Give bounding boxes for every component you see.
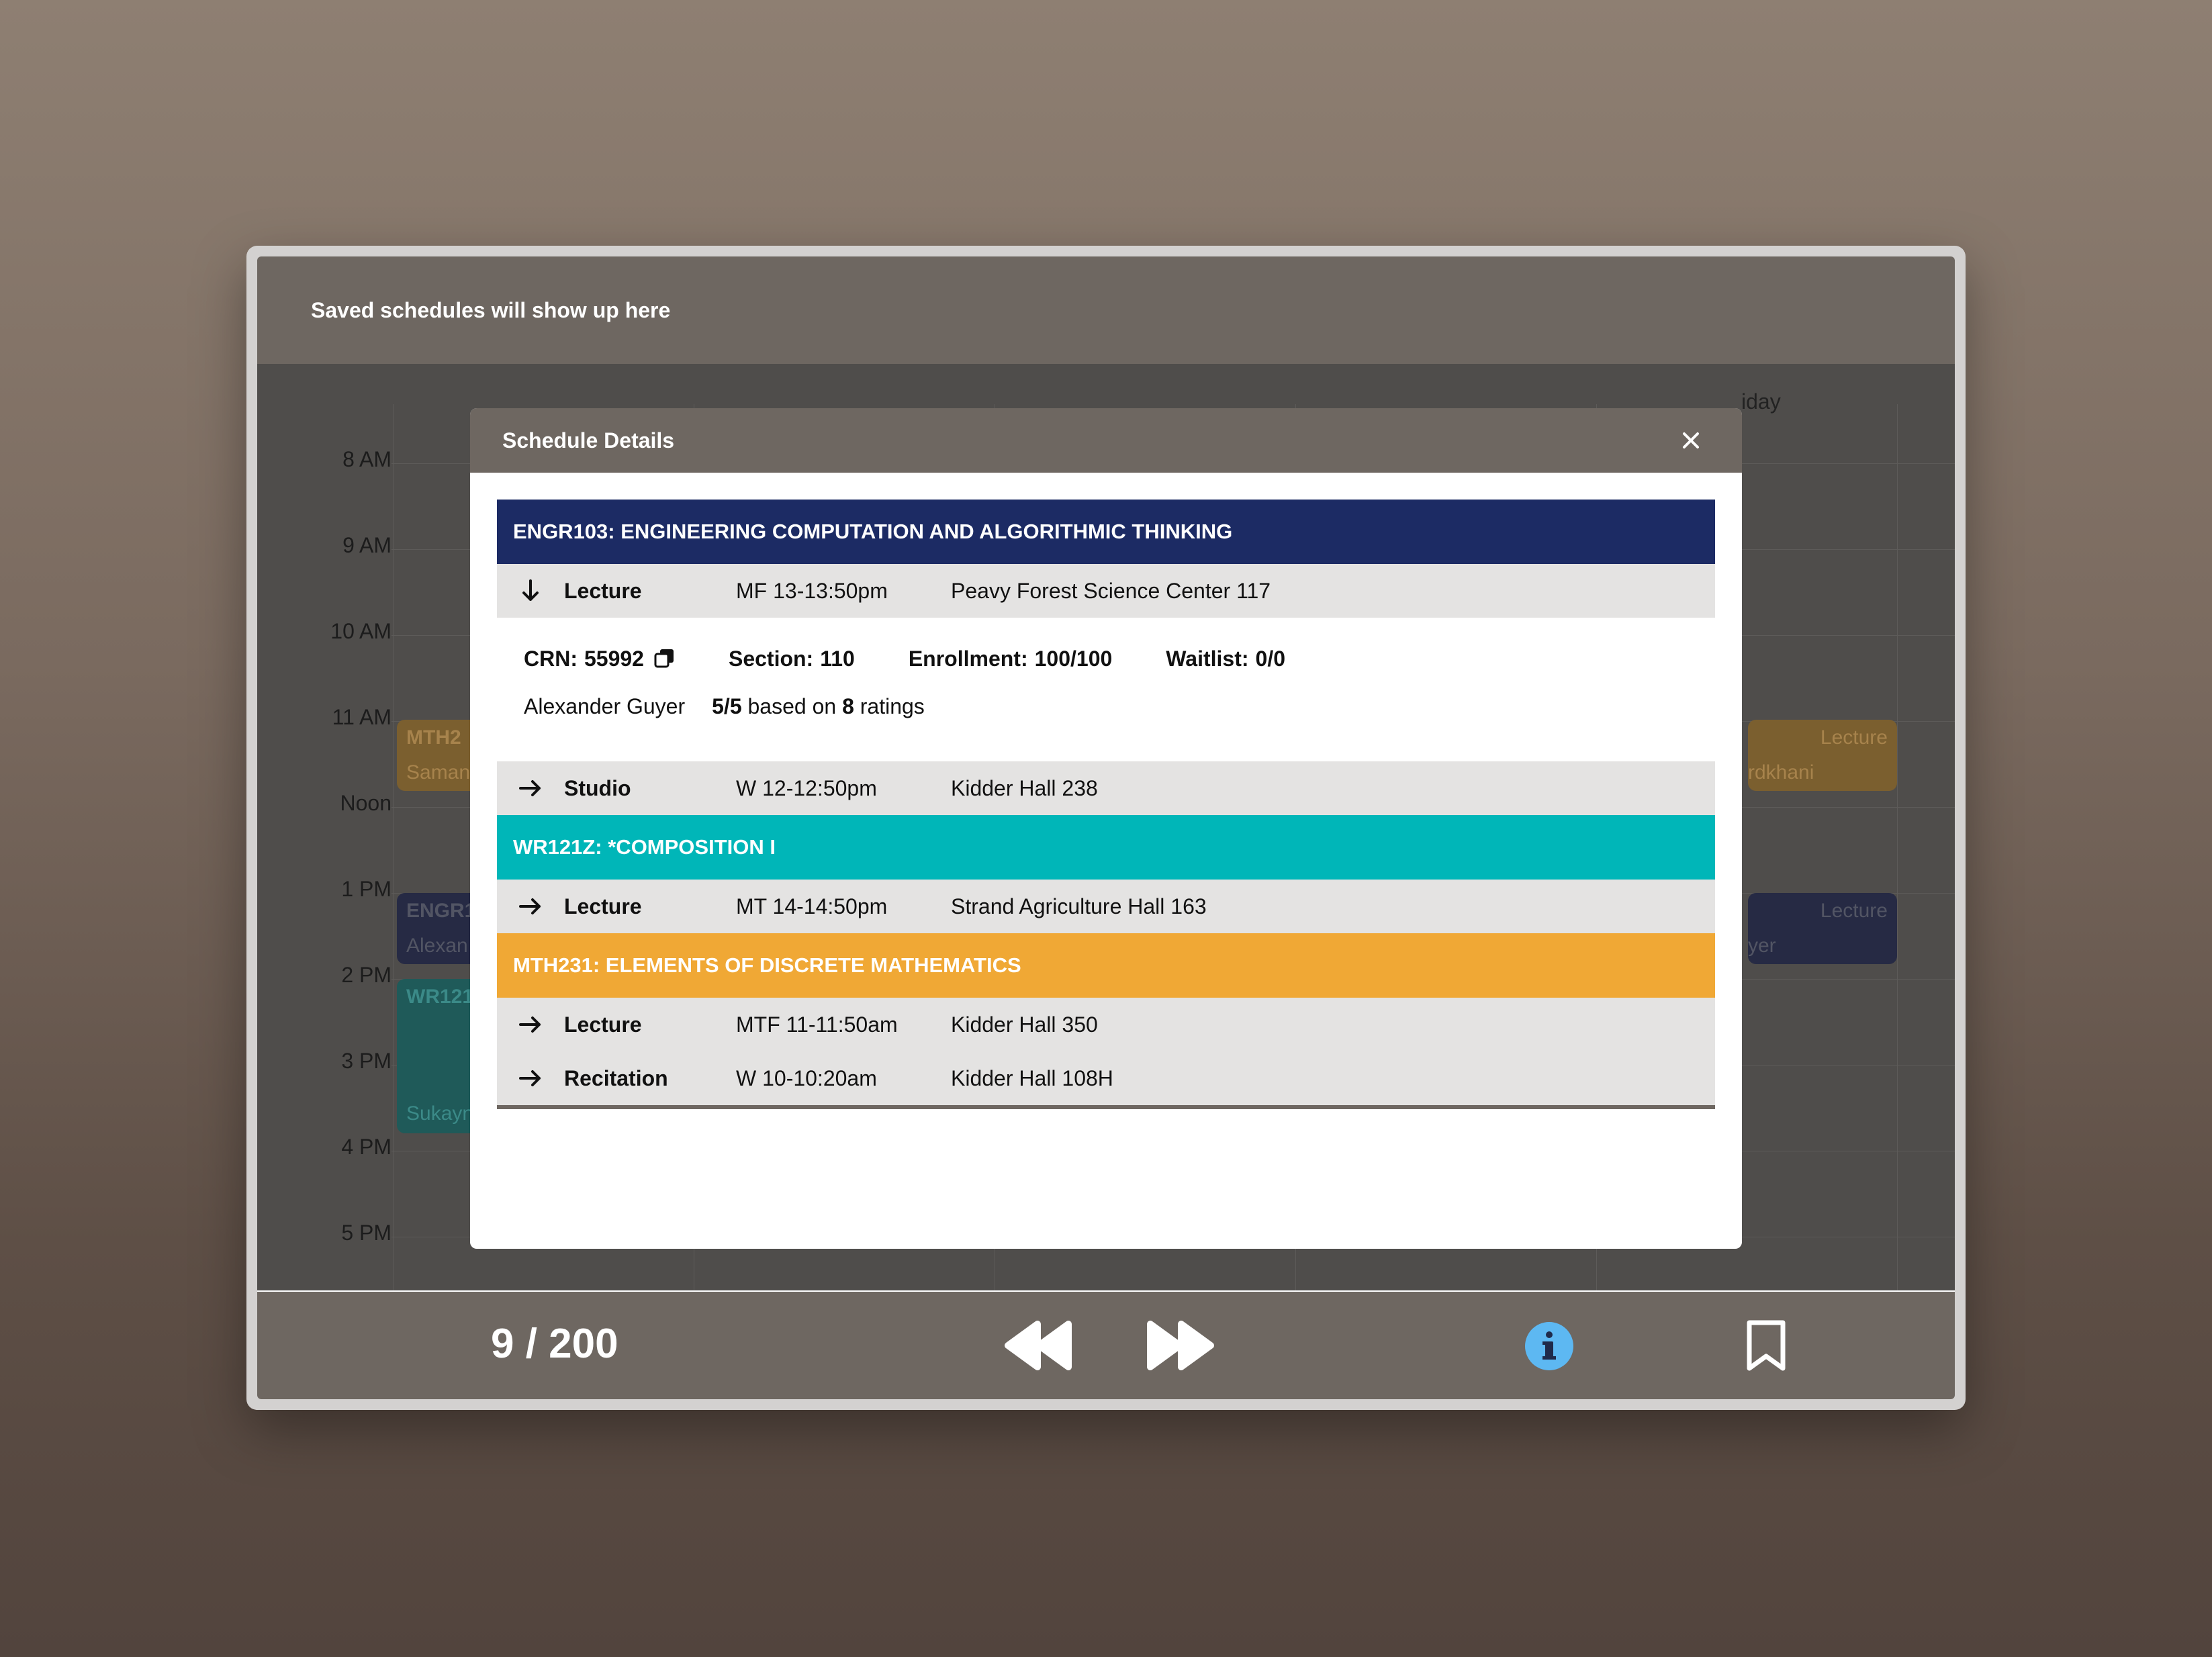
course-header-wr121z[interactable]: WR121Z: *COMPOSITION I [497, 815, 1715, 880]
rating-score: 5/5 [712, 694, 742, 718]
close-button[interactable] [1677, 427, 1704, 454]
arrow-right-icon [497, 897, 564, 916]
course-header-engr103[interactable]: ENGR103: ENGINEERING COMPUTATION AND ALG… [497, 500, 1715, 564]
day-column-divider [1897, 404, 1898, 1290]
info-icon [1525, 1322, 1573, 1370]
info-button[interactable] [1524, 1321, 1574, 1371]
crn-value: 55992 [584, 646, 644, 671]
meeting-location: Strand Agriculture Hall 163 [951, 894, 1207, 918]
calendar-event-mth-friday[interactable]: Lecture rdkhani [1748, 720, 1897, 791]
meeting-type: Studio [564, 775, 631, 800]
meeting-location: Kidder Hall 238 [951, 775, 1098, 800]
waitlist-item: Waitlist: 0/0 [1166, 647, 1285, 671]
rating-suffix-text: ratings [860, 694, 925, 718]
modal-title: Schedule Details [502, 428, 675, 453]
bookmark-button[interactable] [1743, 1319, 1790, 1372]
time-label: 10 AM [330, 619, 391, 643]
meeting-type: Lecture [564, 1012, 642, 1037]
section-item: Section: 110 [729, 647, 855, 671]
meeting-type: Lecture [564, 894, 642, 918]
time-label: 11 AM [332, 705, 391, 729]
arrow-down-icon [497, 579, 564, 602]
next-button[interactable] [1142, 1319, 1216, 1372]
crn-item: CRN: 55992 [524, 647, 675, 671]
arrow-right-icon [497, 779, 564, 798]
rating-mid-text: based on [747, 694, 837, 718]
event-instructor: rdkhani [1748, 761, 1814, 784]
course-title: ENGR103: ENGINEERING COMPUTATION AND ALG… [513, 520, 1233, 543]
calendar-event-engr-friday[interactable]: Lecture yer [1748, 893, 1897, 964]
previous-button[interactable] [1003, 1319, 1076, 1372]
rewind-icon [1005, 1321, 1072, 1370]
section-value: 110 [820, 646, 855, 671]
event-type: Lecture [1820, 726, 1888, 749]
page-counter: 9 / 200 [491, 1321, 618, 1367]
saved-schedules-text: Saved schedules will show up here [311, 297, 671, 322]
rating-count: 8 [842, 694, 854, 718]
time-label: 9 AM [342, 533, 391, 557]
section-stats: CRN: 55992 Section: 110 Enrollment: 100/… [524, 618, 1688, 677]
meeting-time: MF 13-13:50pm [736, 578, 888, 603]
fast-forward-icon [1147, 1321, 1214, 1370]
arrow-right-icon [497, 1069, 564, 1088]
instructor-name: Alexander Guyer [524, 694, 686, 718]
arrow-right-icon [497, 1015, 564, 1034]
meeting-row-engr103-studio[interactable]: Studio W 12-12:50pm Kidder Hall 238 [497, 761, 1715, 815]
meeting-row-mth231-lecture[interactable]: Lecture MTF 11-11:50am Kidder Hall 350 [497, 998, 1715, 1051]
day-column-divider [393, 404, 394, 1290]
copy-icon[interactable] [653, 648, 675, 669]
enrollment-value: 100/100 [1034, 646, 1113, 671]
event-instructor: yer [1748, 935, 1776, 957]
section-details-panel: CRN: 55992 Section: 110 Enrollment: 100/… [497, 618, 1715, 761]
day-header-friday: iday [1741, 389, 1781, 414]
meeting-type: Recitation [564, 1066, 668, 1090]
meeting-row-mth231-recitation[interactable]: Recitation W 10-10:20am Kidder Hall 108H [497, 1051, 1715, 1105]
meeting-time: W 12-12:50pm [736, 775, 877, 800]
meeting-time: MTF 11-11:50am [736, 1012, 898, 1037]
course-header-mth231[interactable]: MTH231: ELEMENTS OF DISCRETE MATHEMATICS [497, 933, 1715, 998]
meeting-row-engr103-lecture[interactable]: Lecture MF 13-13:50pm Peavy Forest Scien… [497, 564, 1715, 618]
schedule-details-modal: Schedule Details ENGR103: ENGINEERING CO… [470, 408, 1742, 1249]
modal-header: Schedule Details [470, 408, 1742, 473]
course-title: WR121Z: *COMPOSITION I [513, 835, 776, 859]
time-label: 4 PM [341, 1135, 391, 1159]
modal-body: ENGR103: ENGINEERING COMPUTATION AND ALG… [497, 500, 1715, 1109]
waitlist-value: 0/0 [1255, 646, 1286, 671]
bookmark-icon [1747, 1320, 1786, 1371]
meeting-location: Kidder Hall 108H [951, 1066, 1113, 1090]
footer-toolbar: 9 / 200 [257, 1292, 1955, 1399]
meeting-row-wr121z-lecture[interactable]: Lecture MT 14-14:50pm Strand Agriculture… [497, 880, 1715, 933]
time-label: 1 PM [341, 877, 391, 901]
instructor-line: Alexander Guyer 5/5 based on 8 ratings [524, 677, 1688, 736]
meeting-type: Lecture [564, 578, 642, 603]
enrollment-label: Enrollment: [908, 646, 1028, 671]
section-label: Section: [728, 646, 814, 671]
event-type: Lecture [1820, 900, 1888, 922]
crn-label: CRN: [524, 646, 578, 671]
saved-schedules-header: Saved schedules will show up here [257, 256, 1955, 364]
meeting-location: Kidder Hall 350 [951, 1012, 1098, 1037]
time-label: 5 PM [341, 1221, 391, 1245]
meeting-time: MT 14-14:50pm [736, 894, 888, 918]
time-label: 2 PM [341, 963, 391, 987]
meeting-location: Peavy Forest Science Center 117 [951, 578, 1271, 603]
time-label: Noon [340, 791, 392, 815]
waitlist-label: Waitlist: [1166, 646, 1249, 671]
close-icon [1683, 432, 1699, 448]
enrollment-item: Enrollment: 100/100 [909, 647, 1112, 671]
list-bottom-divider [497, 1105, 1715, 1109]
time-label: 8 AM [342, 447, 391, 471]
course-title: MTH231: ELEMENTS OF DISCRETE MATHEMATICS [513, 953, 1021, 977]
time-label: 3 PM [341, 1049, 391, 1073]
instructor-rating: 5/5 based on 8 ratings [712, 694, 925, 719]
meeting-time: W 10-10:20am [736, 1066, 877, 1090]
